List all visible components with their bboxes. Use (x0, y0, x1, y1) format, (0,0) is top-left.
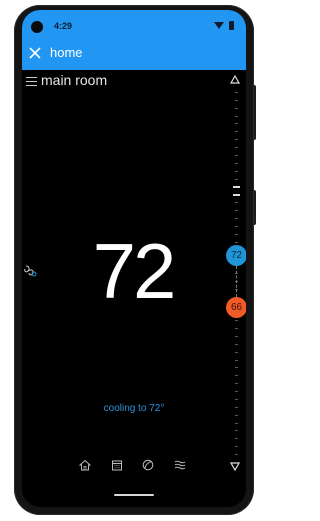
scale-tick (235, 171, 238, 172)
cool-setpoint-handle[interactable]: 72 (226, 245, 246, 266)
arrow-down-icon[interactable] (230, 462, 240, 471)
home-icon[interactable] (79, 459, 91, 471)
scale-tick (235, 131, 238, 132)
scale-tick (235, 399, 238, 400)
status-icons (214, 21, 234, 30)
scale-tick (235, 100, 238, 101)
leaf-icon[interactable] (142, 459, 154, 471)
status-time: 4:29 (54, 21, 73, 31)
scale-tick (235, 226, 238, 227)
scale-tick (235, 383, 238, 384)
scale-tick (235, 415, 238, 416)
scale-tick (235, 116, 238, 117)
menu-icon[interactable] (26, 77, 37, 86)
scale-tick (235, 202, 238, 203)
scale-tick (235, 234, 238, 235)
scale-tick (235, 336, 238, 337)
scale-tick (235, 391, 238, 392)
scale-tick (233, 186, 240, 188)
app-bar: 4:29 home (22, 10, 246, 70)
scale-tick (235, 218, 238, 219)
scale-tick (235, 108, 238, 109)
wifi-icon (214, 22, 224, 29)
scale-tick (235, 320, 238, 321)
status-text: cooling to 72° (103, 403, 165, 414)
scale-tick (235, 430, 238, 431)
scale-tick (235, 344, 238, 345)
camera-cutout (31, 21, 43, 33)
calendar-icon[interactable] (111, 459, 123, 471)
scale-tick (235, 360, 238, 361)
scale-tick (235, 155, 238, 156)
arrow-up-icon[interactable] (230, 75, 240, 84)
scale-tick (235, 367, 238, 368)
scale-tick (235, 147, 238, 148)
scale-tick (235, 92, 238, 93)
scale-tick (235, 139, 238, 140)
screen: 4:29 home main room 72 66 72 cooling to … (22, 10, 246, 507)
fan-icon[interactable] (23, 264, 37, 278)
heat-setpoint-handle[interactable]: 66 (226, 297, 246, 318)
bottom-nav (77, 459, 192, 473)
scale-tick (235, 352, 238, 353)
scale-tick (235, 328, 238, 329)
close-icon[interactable] (26, 44, 44, 62)
setpoint-range-line (236, 266, 238, 297)
current-temperature: 72 (92, 227, 177, 315)
scale-tick (235, 375, 238, 376)
battery-icon (229, 21, 234, 30)
scale-tick (235, 454, 238, 455)
scale-tick (233, 194, 240, 196)
waves-icon[interactable] (174, 459, 186, 471)
scale-tick (235, 179, 238, 180)
scale-tick (235, 163, 238, 164)
home-indicator[interactable] (114, 494, 154, 496)
scale-tick (235, 242, 238, 243)
room-name[interactable]: main room (41, 72, 107, 88)
scale-tick (235, 210, 238, 211)
app-title: home (50, 45, 83, 60)
scale-tick (235, 123, 238, 124)
scale-tick (235, 438, 238, 439)
scale-tick (235, 423, 238, 424)
scale-tick (235, 446, 238, 447)
